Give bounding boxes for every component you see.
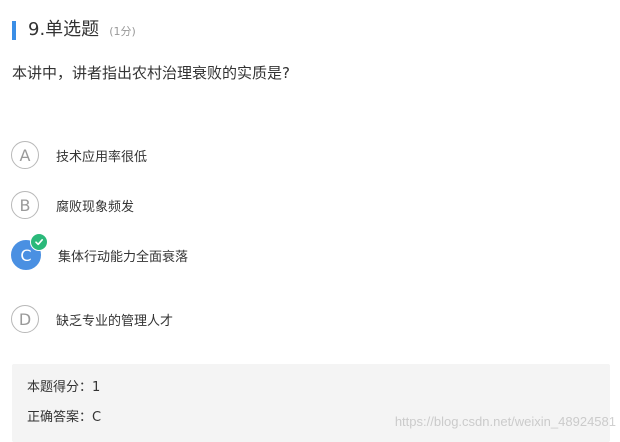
score-label: 本题得分： [27,380,93,395]
option-a-text: 技术应用率很低 [56,149,148,165]
answer-panel: 本题得分：1 正确答案：C [12,364,610,442]
option-b-text: 腐败现象频发 [56,199,135,215]
option-b-letter: B [19,195,31,215]
option-d-circle[interactable]: D [11,305,39,333]
option-b[interactable]: B 腐败现象频发 [11,191,134,219]
score-line: 本题得分：1 [27,376,100,395]
correct-answer-line: 正确答案：C [27,406,101,425]
option-d-letter: D [18,309,32,329]
option-c-circle[interactable]: C [11,233,48,270]
correct-answer-value: C [92,410,102,425]
option-a[interactable]: A 技术应用率很低 [11,141,147,169]
question-stem: 本讲中，讲者指出农村治理衰败的实质是? [12,64,290,82]
option-c-text: 集体行动能力全面衰落 [58,249,189,265]
option-c-letter: C [20,245,32,265]
option-d[interactable]: D 缺乏专业的管理人才 [11,305,173,333]
score-value: 1 [92,380,101,395]
correct-answer-label: 正确答案： [27,410,93,425]
question-header: 9.单选题 (1分) [12,19,136,41]
check-icon [30,233,48,251]
option-a-circle[interactable]: A [11,141,39,169]
watermark: https://blog.csdn.net/weixin_48924581 [394,414,616,429]
option-a-letter: A [19,145,31,165]
option-b-circle[interactable]: B [11,191,39,219]
option-c[interactable]: C 集体行动能力全面衰落 [11,233,189,270]
option-d-text: 缺乏专业的管理人才 [56,313,174,329]
title-accent-bar [12,20,16,40]
question-title: 9.单选题 [28,19,100,40]
question-score: (1分) [109,25,136,38]
